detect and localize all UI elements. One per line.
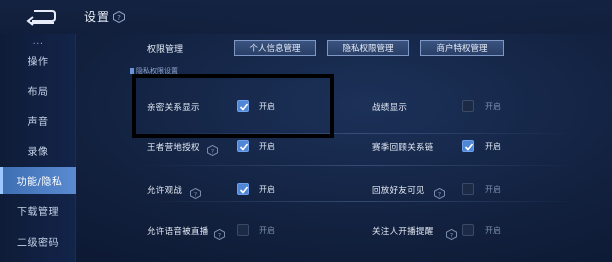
sidebar-item-label: 布局 <box>27 86 49 98</box>
settings-sidebar: ... 操作 布局 声音 录像 功能/隐私 下载管理 二级密码 <box>0 34 76 262</box>
voice-livestream-state: 开启 <box>259 226 275 235</box>
checkmark-icon <box>464 143 474 151</box>
record-display-checkbox[interactable] <box>462 100 474 112</box>
sidebar-item-label: 声音 <box>27 116 49 128</box>
button-label: 个人信息管理 <box>249 44 301 54</box>
checkmark-icon <box>239 143 249 151</box>
help-icon[interactable]: ? <box>113 8 125 24</box>
settings-screen: 设置 ? ... 操作 布局 声音 录像 功能/隐私 下载管理 二级密码 权限管… <box>0 0 612 262</box>
row-divider <box>140 165 580 166</box>
header-bar: 设置 ? <box>0 0 612 34</box>
season-review-relations-state: 开启 <box>485 142 501 151</box>
sidebar-item-sound[interactable]: 声音 <box>0 107 76 133</box>
setting-label-replay-friends-visible: 回放好友可见 <box>372 186 425 196</box>
checkmark-icon <box>239 186 249 194</box>
setting-label-follow-live-reminder: 关注人开播提醒 <box>372 227 434 237</box>
sidebar-item-label: 录像 <box>27 146 49 158</box>
help-icon[interactable]: ? <box>190 184 201 200</box>
svg-text:?: ? <box>117 14 121 22</box>
sidebar-item-label: 操作 <box>27 56 49 68</box>
svg-text:?: ? <box>450 231 453 239</box>
highlight-frame <box>132 74 334 138</box>
sidebar-item-label: 下载管理 <box>17 206 59 218</box>
replay-friends-visible-checkbox[interactable] <box>462 183 474 195</box>
help-icon[interactable]: ? <box>446 225 457 241</box>
sidebar-item-label: 功能/隐私 <box>16 177 63 188</box>
row-divider <box>140 201 580 202</box>
allow-spectate-state: 开启 <box>259 185 275 194</box>
sidebar-item-downloads[interactable]: 下载管理 <box>0 197 76 223</box>
allow-spectate-checkbox[interactable] <box>237 183 249 195</box>
help-icon[interactable]: ? <box>434 184 445 200</box>
svg-text:?: ? <box>194 190 197 198</box>
back-arrow-icon <box>26 10 56 26</box>
personal-info-button[interactable]: 个人信息管理 <box>234 40 316 56</box>
setting-label-camp-authorization: 王者营地授权 <box>147 143 200 153</box>
sidebar-item-privacy[interactable]: 功能/隐私 <box>0 167 76 194</box>
follow-live-reminder-state: 开启 <box>485 226 501 235</box>
record-display-state: 开启 <box>485 102 501 111</box>
svg-text:?: ? <box>211 147 214 155</box>
page-title: 设置 <box>84 10 111 24</box>
button-label: 商户特权管理 <box>436 44 488 54</box>
voice-livestream-checkbox[interactable] <box>237 224 249 236</box>
sidebar-item-controls[interactable]: 操作 <box>0 47 76 73</box>
sidebar-item-layout[interactable]: 布局 <box>0 77 76 103</box>
sidebar-item-replay[interactable]: 录像 <box>0 137 76 163</box>
replay-friends-visible-state: 开启 <box>485 185 501 194</box>
privacy-permission-button[interactable]: 隐私权限管理 <box>327 40 409 56</box>
setting-label-record-display: 战绩显示 <box>372 103 408 113</box>
setting-label-season-review-relations: 赛季回顾关系链 <box>372 143 434 153</box>
merchant-privilege-button[interactable]: 商户特权管理 <box>420 40 504 56</box>
camp-authorization-state: 开启 <box>259 142 275 151</box>
sidebar-item-secondary-password[interactable]: 二级密码 <box>0 228 76 254</box>
button-label: 隐私权限管理 <box>342 44 394 54</box>
back-button[interactable] <box>24 8 58 26</box>
follow-live-reminder-checkbox[interactable] <box>462 224 474 236</box>
setting-label-voice-livestream: 允许语音被直播 <box>147 227 209 237</box>
camp-authorization-checkbox[interactable] <box>237 140 249 152</box>
season-review-relations-checkbox[interactable] <box>462 140 474 152</box>
sidebar-item-label: ... <box>32 35 44 47</box>
permissions-label: 权限管理 <box>147 45 184 55</box>
help-icon[interactable]: ? <box>207 141 218 157</box>
svg-text:?: ? <box>438 190 441 198</box>
sidebar-item-label: 二级密码 <box>17 237 59 249</box>
svg-text:?: ? <box>218 231 221 239</box>
setting-label-allow-spectate: 允许观战 <box>147 186 183 196</box>
help-icon[interactable]: ? <box>214 225 225 241</box>
